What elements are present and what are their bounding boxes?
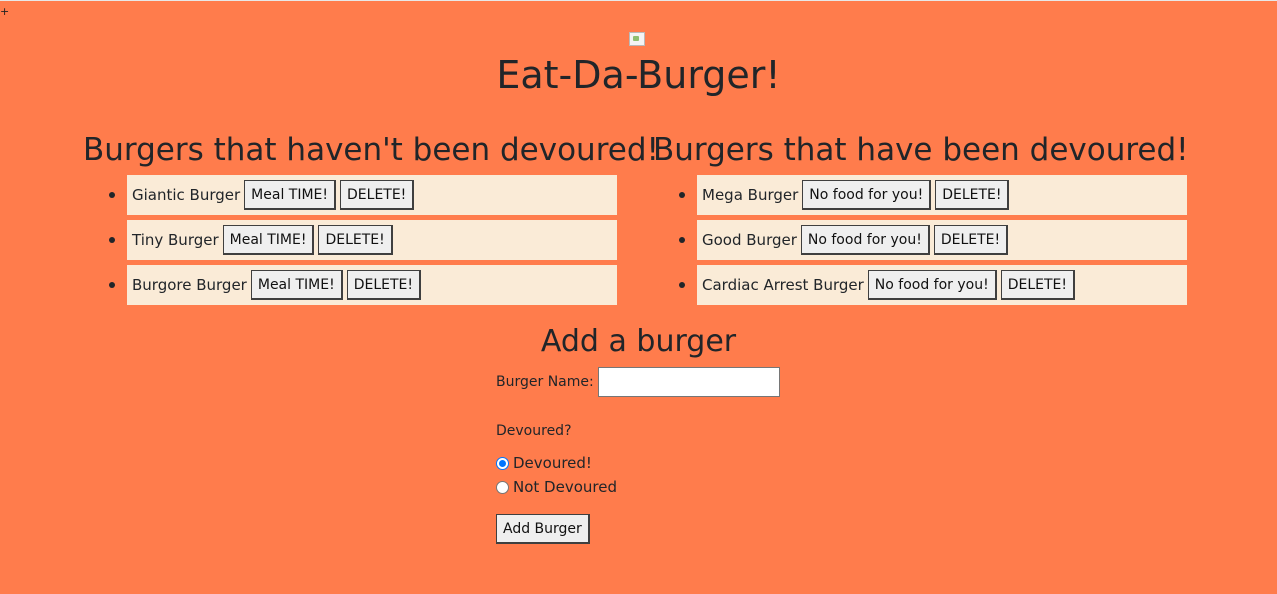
top-border [0, 0, 1277, 1]
meal-time-button[interactable]: Meal TIME! [222, 225, 315, 255]
delete-button[interactable]: DELETE! [1000, 270, 1075, 300]
no-food-button[interactable]: No food for you! [867, 270, 997, 300]
devoured-heading: Burgers that have been devoured! [653, 132, 1189, 168]
delete-button[interactable]: DELETE! [340, 180, 415, 210]
delete-button[interactable]: DELETE! [933, 225, 1009, 255]
burger-name: Giantic Burger [132, 186, 241, 204]
devoured-option[interactable]: Devoured! [496, 454, 592, 472]
list-item: Mega Burger No food for you! DELETE! [679, 175, 1187, 215]
no-food-button[interactable]: No food for you! [800, 225, 930, 255]
devoured-label: Devoured? [496, 423, 572, 439]
meal-time-button[interactable]: Meal TIME! [250, 270, 343, 300]
devoured-list: Mega Burger No food for you! DELETE! Goo… [679, 175, 1187, 310]
devoured-option-label: Devoured! [513, 454, 592, 472]
not-devoured-option[interactable]: Not Devoured [496, 478, 617, 496]
burger-name: Cardiac Arrest Burger [702, 276, 864, 294]
devoured-radio[interactable] [496, 456, 509, 470]
burger-name-input[interactable] [597, 367, 780, 397]
bullet-icon [109, 282, 115, 288]
not-devoured-list: Giantic Burger Meal TIME! DELETE! Tiny B… [109, 175, 617, 310]
bullet-icon [679, 237, 685, 243]
burger-name-label: Burger Name: [496, 374, 594, 390]
not-devoured-radio[interactable] [496, 480, 509, 494]
burger-name: Tiny Burger [132, 231, 219, 249]
not-devoured-option-label: Not Devoured [513, 478, 617, 496]
list-item: Good Burger No food for you! DELETE! [679, 220, 1187, 260]
burger-logo-image [629, 32, 645, 46]
list-item: Tiny Burger Meal TIME! DELETE! [109, 220, 617, 260]
list-item: Burgore Burger Meal TIME! DELETE! [109, 265, 617, 305]
meal-time-button[interactable]: Meal TIME! [244, 180, 337, 210]
list-item: Giantic Burger Meal TIME! DELETE! [109, 175, 617, 215]
burger-name: Mega Burger [702, 186, 799, 204]
add-burger-button[interactable]: Add Burger [496, 514, 590, 544]
no-food-button[interactable]: No food for you! [802, 180, 932, 210]
bullet-icon [109, 192, 115, 198]
bullet-icon [109, 237, 115, 243]
corner-mark: + [0, 5, 10, 18]
delete-button[interactable]: DELETE! [346, 270, 421, 300]
bullet-icon [679, 282, 685, 288]
delete-button[interactable]: DELETE! [935, 180, 1010, 210]
bullet-icon [679, 192, 685, 198]
list-item: Cardiac Arrest Burger No food for you! D… [679, 265, 1187, 305]
add-burger-form: Burger Name: Devoured? Devoured! Not Dev… [496, 367, 896, 544]
burger-name-row: Burger Name: [496, 367, 896, 397]
add-burger-heading: Add a burger [540, 324, 737, 359]
not-devoured-heading: Burgers that haven't been devoured! [83, 132, 659, 168]
page-title: Eat-Da-Burger! [496, 53, 781, 97]
burger-name: Good Burger [702, 231, 797, 249]
burger-name: Burgore Burger [132, 276, 247, 294]
delete-button[interactable]: DELETE! [318, 225, 393, 255]
